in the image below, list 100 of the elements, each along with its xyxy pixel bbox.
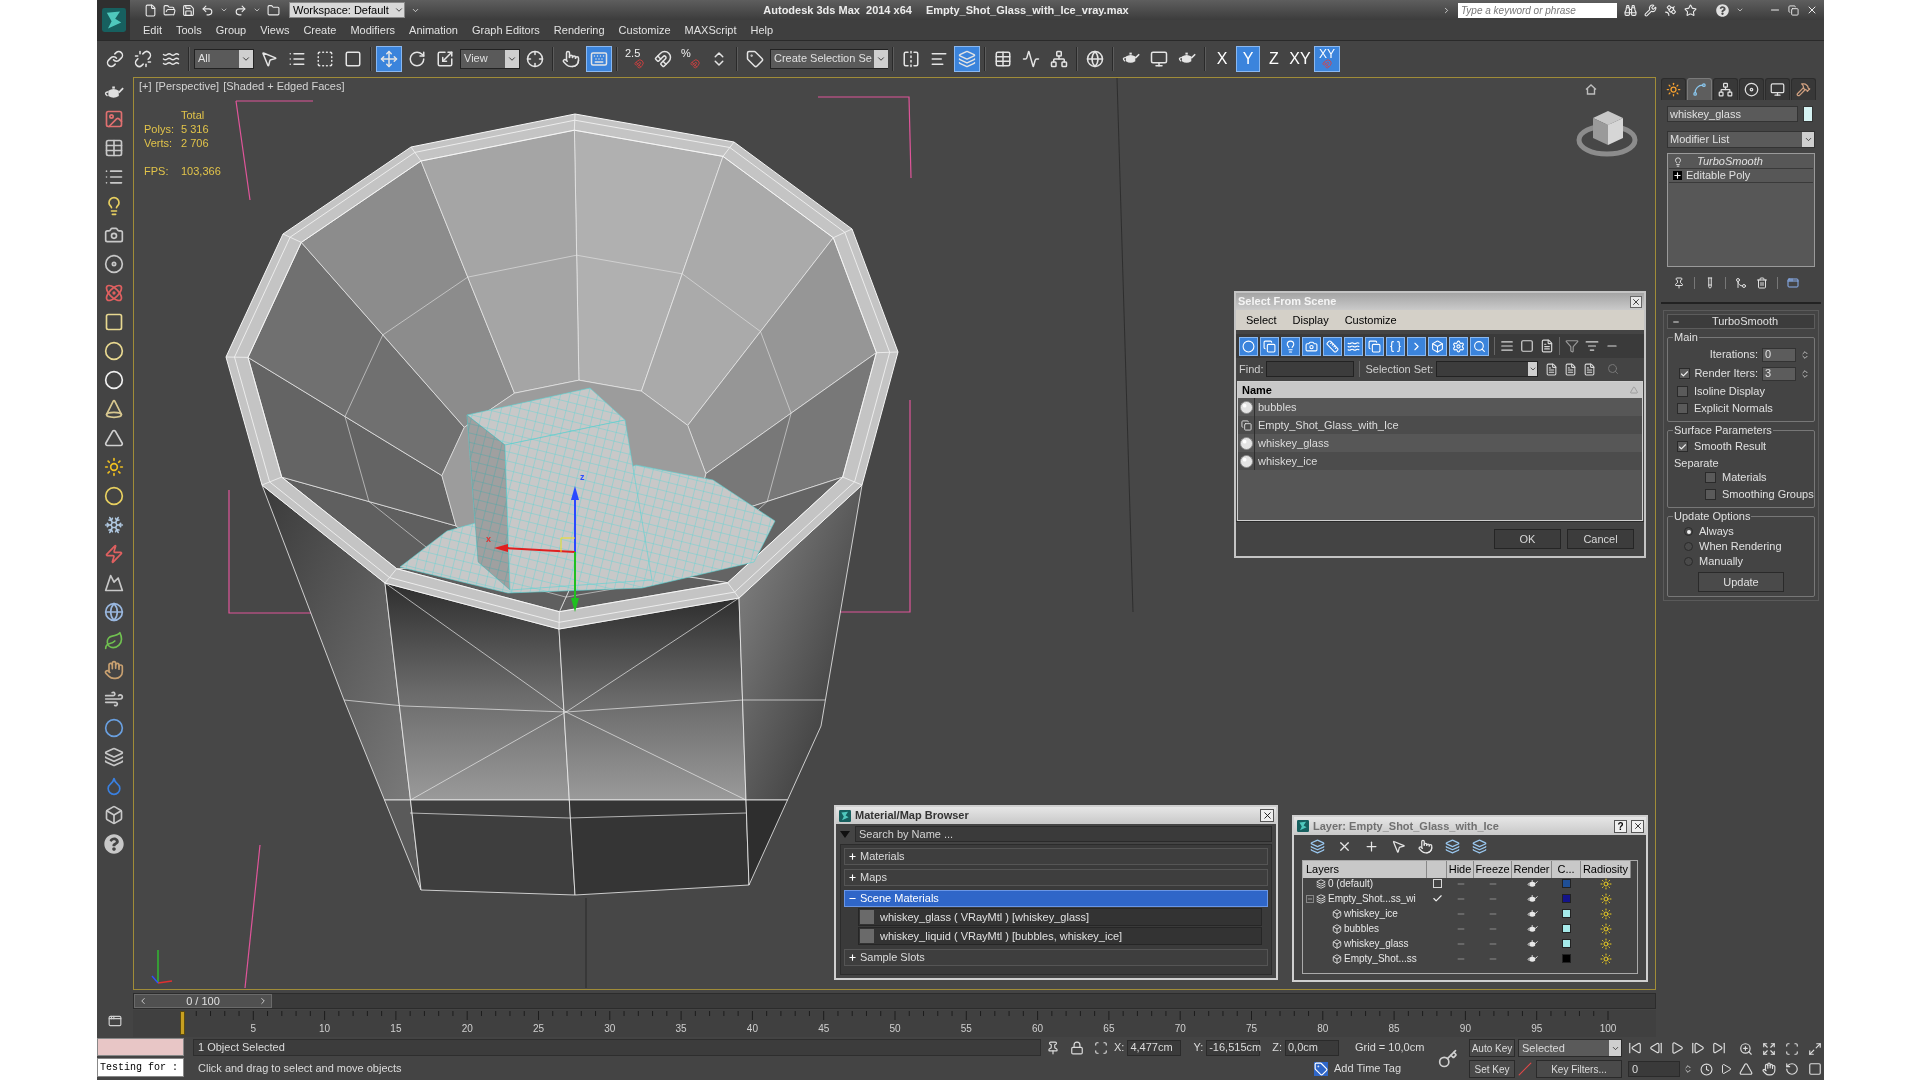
auto-key-button[interactable]: Auto Key bbox=[1469, 1039, 1515, 1057]
checkbox-label[interactable]: Materials bbox=[1722, 469, 1767, 486]
satellite-icon[interactable] bbox=[1664, 3, 1677, 17]
coordinate-field[interactable]: 4,477cm bbox=[1127, 1039, 1182, 1056]
spinner-arrows-icon[interactable] bbox=[1683, 1064, 1693, 1074]
move-button[interactable] bbox=[376, 45, 402, 72]
panel-tab[interactable] bbox=[1739, 78, 1764, 100]
object-name[interactable]: whiskey_glass bbox=[1344, 936, 1409, 951]
window-icon[interactable] bbox=[108, 1014, 122, 1028]
close-button[interactable] bbox=[1631, 819, 1644, 833]
column-header[interactable]: Layers bbox=[1303, 861, 1427, 878]
redo-icon[interactable] bbox=[234, 3, 247, 17]
hand-pointer-icon[interactable] bbox=[1418, 838, 1433, 854]
checkbox-label[interactable]: Smoothing Groups bbox=[1722, 486, 1814, 503]
cube-icon[interactable] bbox=[103, 805, 124, 825]
add-icon[interactable] bbox=[1364, 838, 1379, 854]
column-header[interactable]: C... bbox=[1552, 861, 1581, 878]
find-field[interactable] bbox=[1266, 361, 1355, 377]
object-name[interactable]: bubbles bbox=[1344, 921, 1380, 936]
column-header[interactable]: Freeze bbox=[1474, 861, 1512, 878]
panel-tab[interactable] bbox=[1765, 78, 1790, 100]
teapot-icon[interactable] bbox=[1526, 879, 1538, 888]
snowflake-icon[interactable] bbox=[103, 515, 124, 535]
checkbox[interactable] bbox=[1679, 368, 1691, 379]
layers-button[interactable] bbox=[954, 45, 980, 72]
selection-set-dropdown[interactable] bbox=[1436, 361, 1539, 377]
key-filters-button[interactable]: Key Filters... bbox=[1536, 1060, 1622, 1078]
viewport-menu-label[interactable]: [+] bbox=[139, 80, 152, 93]
document-cursor-icon[interactable] bbox=[1564, 362, 1578, 376]
section-header[interactable]: Materials bbox=[844, 848, 1268, 865]
snap-toggle-button[interactable]: % bbox=[678, 45, 704, 72]
update-button[interactable]: Update bbox=[1698, 572, 1784, 592]
skip-forward-icon[interactable] bbox=[1712, 1040, 1726, 1055]
teapot-icon[interactable] bbox=[1526, 924, 1538, 933]
color-swatch-icon[interactable] bbox=[1562, 909, 1571, 918]
menu-item[interactable]: Select bbox=[1246, 311, 1277, 329]
list-row[interactable]: Empty_Shot_Glass_with_Ice bbox=[1238, 416, 1642, 434]
play-icon[interactable] bbox=[1670, 1040, 1684, 1055]
wind-icon[interactable] bbox=[103, 689, 124, 709]
viewport-menu-label[interactable]: [Perspective] bbox=[155, 80, 220, 93]
section-header[interactable]: Scene Materials bbox=[844, 890, 1268, 907]
filter-icon[interactable] bbox=[1565, 339, 1579, 353]
menu-item[interactable]: Edit bbox=[136, 21, 169, 39]
menu-item[interactable]: Help bbox=[743, 21, 781, 39]
document-icon[interactable] bbox=[1540, 339, 1554, 353]
menu-item[interactable]: Animation bbox=[402, 21, 465, 39]
radio-button[interactable] bbox=[1684, 527, 1693, 536]
atom-icon[interactable] bbox=[103, 283, 124, 303]
hand-icon[interactable] bbox=[1762, 1061, 1776, 1076]
teapot-icon[interactable] bbox=[103, 86, 124, 100]
axis-constraint-button[interactable]: XY bbox=[1314, 45, 1340, 72]
application-button[interactable] bbox=[97, 0, 130, 40]
new-file-icon[interactable] bbox=[144, 3, 157, 17]
snap-toggle-button[interactable]: 2.5 bbox=[622, 45, 648, 72]
selection-set-dropdown[interactable]: Create Selection Se bbox=[770, 48, 888, 69]
section-header[interactable]: Maps bbox=[844, 869, 1268, 886]
menu-item[interactable]: MAXScript bbox=[677, 21, 744, 39]
circle-icon[interactable] bbox=[103, 486, 124, 506]
keyboard-button[interactable] bbox=[586, 45, 612, 72]
checkbox[interactable] bbox=[1677, 386, 1688, 397]
list-filter-icon[interactable] bbox=[1585, 339, 1599, 353]
column-header[interactable]: Radiosity bbox=[1581, 861, 1631, 878]
search-field[interactable]: Search by Name ... bbox=[855, 826, 1272, 842]
window-icon[interactable] bbox=[1787, 277, 1799, 289]
sun-icon[interactable] bbox=[1600, 922, 1612, 935]
menu-item[interactable]: Customize bbox=[1344, 311, 1397, 329]
column-header[interactable]: Render bbox=[1512, 861, 1552, 878]
square-icon[interactable] bbox=[103, 312, 124, 332]
time-slider-track[interactable]: 0 / 100 bbox=[133, 993, 1656, 1009]
menu-item[interactable]: Tools bbox=[168, 21, 209, 39]
collapse-box-icon[interactable] bbox=[1306, 894, 1314, 903]
lock-icon[interactable] bbox=[1070, 1040, 1084, 1055]
caret-icon[interactable] bbox=[220, 6, 228, 14]
triangle-icon[interactable] bbox=[1739, 1061, 1753, 1076]
material-row[interactable]: whiskey_glass ( VRayMtl ) [whiskey_glass] bbox=[858, 908, 1262, 926]
key-mode-dropdown[interactable]: Selected bbox=[1518, 1039, 1622, 1057]
zoom-icon[interactable] bbox=[1739, 1041, 1753, 1056]
save-icon[interactable] bbox=[182, 3, 195, 17]
close-icon[interactable] bbox=[1806, 4, 1818, 16]
axis-constraint-button[interactable]: Y bbox=[1236, 45, 1260, 72]
square-icon[interactable] bbox=[1520, 339, 1534, 353]
spinner-field[interactable]: 3 bbox=[1762, 366, 1796, 381]
set-key-button[interactable]: Set Key bbox=[1469, 1060, 1515, 1078]
time-slider-thumb[interactable]: 0 / 100 bbox=[134, 994, 272, 1008]
column-header[interactable]: Hide bbox=[1447, 861, 1474, 878]
filter-toggle-button[interactable] bbox=[1365, 336, 1384, 356]
color-swatch-icon[interactable] bbox=[1562, 924, 1571, 933]
radio-label[interactable]: Always bbox=[1699, 523, 1734, 540]
filter-toggle-button[interactable] bbox=[1302, 336, 1321, 356]
panel-tab[interactable] bbox=[1713, 78, 1738, 100]
filter-toggle-button[interactable] bbox=[1239, 336, 1258, 356]
sun-icon[interactable] bbox=[1600, 952, 1612, 965]
layer-name[interactable]: Empty_Shot...ss_wi bbox=[1328, 891, 1416, 906]
checkbox-label[interactable]: Smooth Result bbox=[1694, 438, 1767, 455]
panel-tab[interactable] bbox=[1661, 78, 1686, 100]
maximize-icon[interactable] bbox=[1808, 1041, 1822, 1056]
menu-item[interactable]: Views bbox=[253, 21, 297, 39]
trash-icon[interactable] bbox=[1756, 277, 1768, 289]
spinner-arrows-icon[interactable] bbox=[1800, 349, 1810, 360]
search-field[interactable]: Type a keyword or phrase bbox=[1458, 2, 1617, 18]
